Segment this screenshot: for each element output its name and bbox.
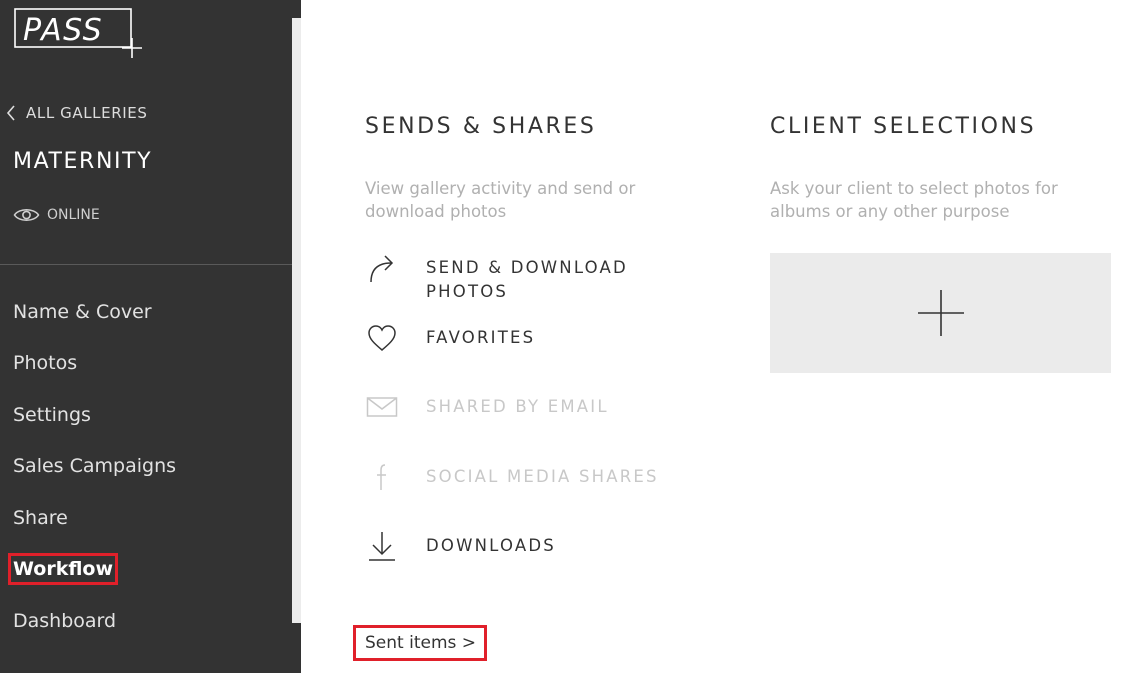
client-selections-title: CLIENT SELECTIONS [770,114,1037,139]
heart-icon [365,321,399,355]
sidebar-item-label: Sales Campaigns [13,455,177,478]
chevron-left-icon [6,105,15,121]
download-icon [365,529,399,563]
downloads-label: DOWNLOADS [426,536,556,555]
status-label: ONLINE [47,207,100,223]
all-galleries-link[interactable]: ALL GALLERIES [6,104,147,122]
sends-shares-title: SENDS & SHARES [365,114,597,139]
sidebar-item-workflow[interactable]: Workflow [0,544,292,596]
favorites-action[interactable]: FAVORITES [365,321,676,355]
sidebar-item-settings[interactable]: Settings [0,389,292,441]
envelope-icon [365,390,399,424]
sidebar-item-label: Workflow [7,553,119,586]
sidebar-item-label: Dashboard [13,609,117,632]
sent-items-link[interactable]: Sent items > [353,625,487,661]
gallery-title: MATERNITY [13,149,153,174]
client-selections-description: Ask your client to select photos for alb… [770,179,1058,221]
sidebar-divider [0,264,292,265]
sidebar-item-share[interactable]: Share [0,492,292,544]
gallery-status[interactable]: ONLINE [13,206,100,224]
add-selection-button[interactable] [770,253,1111,373]
sidebar-item-label: Settings [13,403,91,426]
shared-by-email-label: SHARED BY EMAIL [426,397,609,416]
send-download-photos-action[interactable]: SEND & DOWNLOAD PHOTOS [365,251,676,304]
main-content: SENDS & SHARES View gallery activity and… [301,0,1127,673]
sidebar-item-label: Name & Cover [13,300,152,323]
all-galleries-label: ALL GALLERIES [26,104,148,122]
app-window: PASS ALL GALLERIES MATERNITY ONLINE Name… [0,0,1127,673]
social-media-shares-label: SOCIAL MEDIA SHARES [426,467,659,486]
sidebar-item-label: Photos [13,352,78,375]
sidebar-item-name-cover[interactable]: Name & Cover [0,286,292,338]
sidebar: PASS ALL GALLERIES MATERNITY ONLINE Name… [0,0,301,673]
shared-by-email-action[interactable]: SHARED BY EMAIL [365,390,676,424]
sends-shares-section: SENDS & SHARES View gallery activity and… [365,114,725,561]
eye-icon [13,208,40,222]
share-arrow-icon [365,251,399,285]
sidebar-item-sales-campaigns[interactable]: Sales Campaigns [0,441,292,493]
sends-shares-description: View gallery activity and send or downlo… [365,179,636,221]
logo-text: PASS [23,13,103,48]
sidebar-item-photos[interactable]: Photos [0,338,292,390]
pass-logo[interactable]: PASS [14,8,146,60]
sidebar-item-dashboard[interactable]: Dashboard [0,595,292,647]
client-selections-section: CLIENT SELECTIONS Ask your client to sel… [770,114,1111,373]
plus-icon [917,290,964,336]
sidebar-nav: Name & Cover Photos Settings Sales Campa… [0,286,292,647]
sidebar-item-label: Share [13,506,68,529]
downloads-action[interactable]: DOWNLOADS [365,529,676,563]
sent-items-label: Sent items > [365,633,477,653]
send-download-photos-label: SEND & DOWNLOAD PHOTOS [426,258,628,301]
social-media-shares-action[interactable]: SOCIAL MEDIA SHARES [365,460,676,494]
favorites-label: FAVORITES [426,328,536,347]
sidebar-scrollbar[interactable] [292,18,301,623]
facebook-icon [365,460,399,494]
